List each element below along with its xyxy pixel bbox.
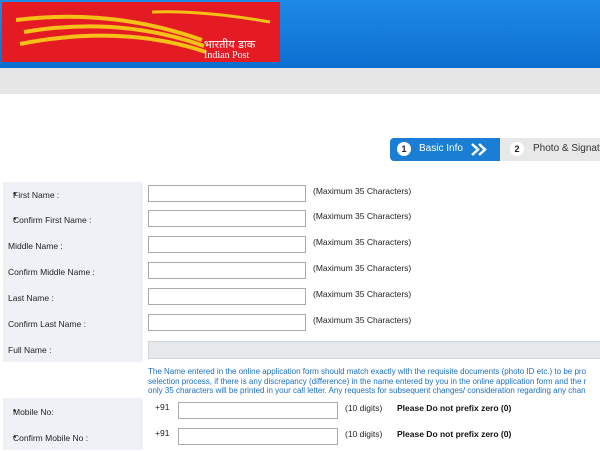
first-name-row: First Name : * (Maximum 35 Characters) (3, 182, 600, 208)
mobile-label-cell: Mobile No: * (3, 398, 143, 425)
step-photo-signature[interactable]: 2 Photo & Signature (500, 138, 600, 161)
confirm-last-name-input[interactable] (148, 314, 306, 331)
step-label: Photo & Signature (533, 143, 600, 154)
last-name-input[interactable] (148, 288, 306, 305)
last-name-row: Last Name : (Maximum 35 Characters) (3, 285, 600, 312)
name-note-row: The Name entered in the online applicati… (3, 362, 600, 399)
last-name-cell: (Maximum 35 Characters) (145, 285, 600, 311)
confirm-first-name-cell: (Maximum 35 Characters) (145, 207, 600, 233)
confirm-mobile-digits-hint: (10 digits) (345, 429, 383, 439)
first-name-input[interactable] (148, 185, 306, 202)
last-name-label: Last Name : (8, 293, 54, 303)
confirm-mobile-input[interactable] (178, 428, 338, 445)
note-cell: The Name entered in the online applicati… (145, 362, 600, 398)
middle-name-label: Middle Name : (8, 241, 63, 251)
confirm-last-name-label-cell: Confirm Last Name : (3, 311, 143, 338)
full-name-row: Full Name : (3, 337, 600, 363)
double-chevron-right-icon (471, 143, 487, 156)
confirm-first-name-row: Confirm First Name : * (Maximum 35 Chara… (3, 207, 600, 234)
step-basic-info[interactable]: 1 Basic Info (390, 138, 500, 161)
confirm-middle-name-label-cell: Confirm Middle Name : (3, 259, 143, 286)
confirm-first-name-label-cell: Confirm First Name : * (3, 207, 143, 234)
step-progress: 1 Basic Info 2 Photo & Signature (390, 138, 600, 161)
middle-name-cell: (Maximum 35 Characters) (145, 233, 600, 259)
last-name-hint: (Maximum 35 Characters) (313, 289, 412, 299)
confirm-first-name-hint: (Maximum 35 Characters) (313, 211, 412, 221)
middle-name-hint: (Maximum 35 Characters) (313, 237, 412, 247)
country-code: +91 (155, 428, 170, 438)
confirm-last-name-hint: (Maximum 35 Characters) (313, 315, 412, 325)
first-name-label-cell: First Name : * (3, 182, 143, 208)
name-matching-note: The Name entered in the online applicati… (148, 367, 600, 396)
middle-name-input[interactable] (148, 236, 306, 253)
middle-name-row: Middle Name : (Maximum 35 Characters) (3, 233, 600, 260)
confirm-middle-name-row: Confirm Middle Name : (Maximum 35 Charac… (3, 259, 600, 286)
confirm-middle-name-label: Confirm Middle Name : (8, 267, 95, 277)
confirm-mobile-row: Confirm Mobile No : * +91 (10 digits) Pl… (3, 424, 600, 451)
first-name-hint: (Maximum 35 Characters) (313, 186, 412, 196)
india-post-logo: भारतीय डाक Indian Post (2, 2, 280, 62)
mobile-digits-hint: (10 digits) (345, 403, 383, 413)
mobile-cell: +91 (10 digits) Please Do not prefix zer… (145, 398, 600, 424)
note-line: only 35 characters will be printed in yo… (148, 386, 586, 395)
header-divider-bar (0, 68, 600, 94)
note-line: The Name entered in the online applicati… (148, 367, 587, 376)
confirm-last-name-label: Confirm Last Name : (8, 319, 86, 329)
full-name-display (148, 341, 600, 359)
logo-hindi-text: भारतीय डाक (204, 38, 256, 51)
note-label-cell (3, 362, 143, 399)
middle-name-label-cell: Middle Name : (3, 233, 143, 260)
top-header-bar: भारतीय डाक Indian Post (0, 0, 600, 68)
last-name-label-cell: Last Name : (3, 285, 143, 312)
confirm-middle-name-hint: (Maximum 35 Characters) (313, 263, 412, 273)
full-name-cell (145, 337, 600, 362)
mobile-input[interactable] (178, 402, 338, 419)
country-code: +91 (155, 402, 170, 412)
full-name-label-cell: Full Name : (3, 337, 143, 363)
mobile-row: Mobile No: * +91 (10 digits) Please Do no… (3, 398, 600, 425)
confirm-mobile-zero-warning: Please Do not prefix zero (0) (397, 429, 512, 439)
full-name-label: Full Name : (8, 345, 52, 355)
confirm-middle-name-input[interactable] (148, 262, 306, 279)
confirm-last-name-cell: (Maximum 35 Characters) (145, 311, 600, 337)
confirm-middle-name-cell: (Maximum 35 Characters) (145, 259, 600, 285)
confirm-last-name-row: Confirm Last Name : (Maximum 35 Characte… (3, 311, 600, 338)
confirm-mobile-cell: +91 (10 digits) Please Do not prefix zer… (145, 424, 600, 450)
step-number: 2 (510, 142, 524, 156)
note-line: selection process, if there is any discr… (148, 376, 587, 386)
first-name-cell: (Maximum 35 Characters) (145, 182, 600, 207)
step-number: 1 (397, 142, 411, 156)
logo-english-text: Indian Post (204, 50, 250, 61)
step-label: Basic Info (419, 143, 463, 154)
confirm-first-name-input[interactable] (148, 210, 306, 227)
mobile-zero-warning: Please Do not prefix zero (0) (397, 403, 512, 413)
confirm-mobile-label-cell: Confirm Mobile No : * (3, 424, 143, 451)
